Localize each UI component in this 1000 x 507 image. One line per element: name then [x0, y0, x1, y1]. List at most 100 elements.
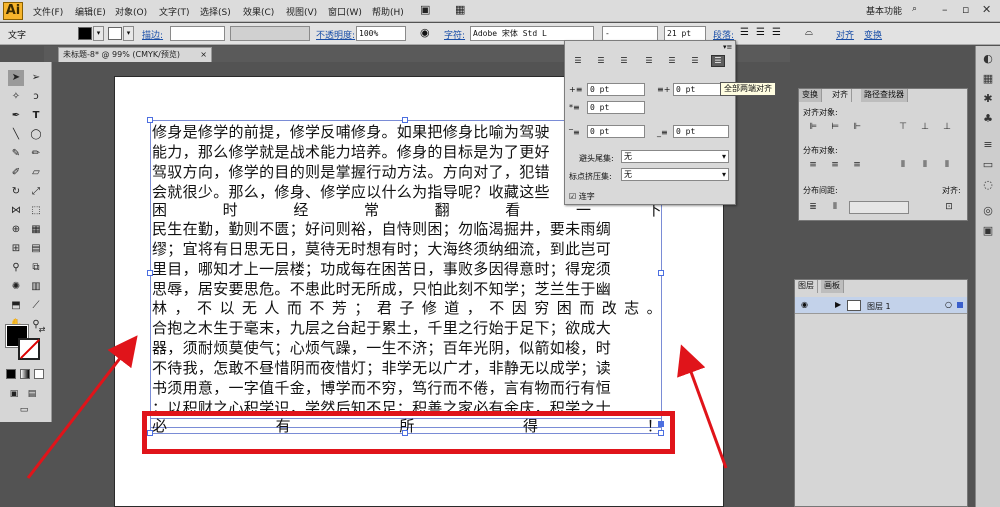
spacing-field[interactable] — [849, 201, 909, 214]
char-label[interactable]: 字符: — [444, 28, 465, 41]
gradient-mode-icon[interactable] — [20, 369, 30, 379]
distribute-top-icon[interactable]: ≡ — [807, 159, 819, 171]
paintbrush-icon[interactable]: ✎ — [8, 146, 24, 162]
target-icon[interactable]: ○ — [945, 300, 952, 309]
eraser-icon[interactable]: ▱ — [28, 165, 44, 181]
pen-tool-icon[interactable]: ✒ — [8, 108, 24, 124]
minimize-icon[interactable]: – — [942, 3, 948, 16]
space-horizontal-icon[interactable]: ⦀ — [829, 201, 841, 213]
align-to-selection-icon[interactable]: ⊡ — [943, 201, 955, 213]
envelope-icon[interactable]: ⌓ — [805, 27, 813, 38]
first-line-indent-field[interactable]: 0 pt — [587, 101, 645, 114]
color-panel-icon[interactable]: ◐ — [981, 52, 995, 66]
ellipse-tool-icon[interactable]: ◯ — [28, 127, 44, 143]
align-link[interactable]: 对齐 — [836, 28, 854, 41]
justify-left-icon[interactable]: ☰ — [642, 55, 656, 67]
opacity-field[interactable]: 100% — [356, 26, 406, 41]
align-h-center-icon[interactable]: ⊨ — [829, 121, 841, 133]
distribute-h-center-icon[interactable]: ⦀ — [919, 159, 931, 171]
fill-swatch[interactable] — [78, 27, 92, 40]
align-right-icon[interactable]: ☰ — [617, 55, 631, 67]
bridge-icon[interactable]: ▣ — [420, 3, 430, 16]
width-tool-icon[interactable]: ⋈ — [8, 203, 24, 219]
align-left-edge-icon[interactable]: ⊫ — [807, 121, 819, 133]
layer-row[interactable]: ◉ ▶ 图层 1 ○ — [795, 297, 967, 314]
none-mode-icon[interactable] — [34, 369, 44, 379]
distribute-left-icon[interactable]: ⦀ — [897, 159, 909, 171]
menu-view[interactable]: 视图(V) — [286, 5, 317, 18]
scale-tool-icon[interactable]: ⤢ — [28, 184, 44, 200]
line-tool-icon[interactable]: ╲ — [8, 127, 24, 143]
appearance-panel-icon[interactable]: ◎ — [981, 204, 995, 218]
align-center-icon[interactable]: ☰ — [756, 27, 765, 38]
document-tab[interactable]: 未标题-8* @ 99% (CMYK/预览) × — [58, 47, 212, 62]
slice-tool-icon[interactable]: ⟋ — [28, 298, 44, 314]
font-size-field[interactable]: 21 pt — [664, 26, 706, 41]
font-style-field[interactable]: - — [602, 26, 658, 41]
direct-selection-tool-icon[interactable]: ➢ — [28, 70, 44, 86]
stroke-panel-icon[interactable]: ≡ — [981, 138, 995, 152]
transparency-panel-icon[interactable]: ◌ — [981, 178, 995, 192]
hyphen-checkbox[interactable]: ☑ 连字 — [569, 191, 595, 202]
align-left-icon[interactable]: ☰ — [571, 55, 585, 67]
distribute-right-icon[interactable]: ⦀ — [941, 159, 953, 171]
menu-effect[interactable]: 效果(C) — [243, 5, 274, 18]
graph-tool-icon[interactable]: ▥ — [28, 279, 44, 295]
stroke-dropdown[interactable]: ▾ — [123, 26, 134, 41]
gradient-panel-icon[interactable]: ▭ — [981, 158, 995, 172]
symbol-sprayer-icon[interactable]: ✺ — [8, 279, 24, 295]
lasso-icon[interactable]: ↄ — [28, 89, 44, 105]
rotate-tool-icon[interactable]: ↻ — [8, 184, 24, 200]
panel-menu-icon[interactable]: ▾≡ — [723, 43, 732, 51]
justify-all-icon[interactable]: ☰ — [711, 55, 725, 67]
recolor-icon[interactable]: ◉ — [420, 26, 430, 39]
stroke-swatch[interactable] — [108, 27, 122, 40]
swatches-panel-icon[interactable]: ▦ — [981, 72, 995, 86]
tab-pathfinder[interactable]: 路径查找器 — [861, 89, 908, 102]
fill-dropdown[interactable]: ▾ — [93, 26, 104, 41]
space-before-field[interactable]: 0 pt — [587, 125, 645, 138]
draw-behind-icon[interactable]: ▤ — [24, 386, 40, 402]
transform-link[interactable]: 变换 — [864, 28, 882, 41]
font-family-field[interactable]: Adobe 宋体 Std L — [470, 26, 594, 41]
selection-tool-icon[interactable]: ➤ — [8, 70, 24, 86]
space-after-field[interactable]: 0 pt — [673, 125, 729, 138]
distribute-bottom-icon[interactable]: ≡ — [851, 159, 863, 171]
close-tab-icon[interactable]: × — [200, 48, 207, 61]
space-vertical-icon[interactable]: ≣ — [807, 201, 819, 213]
menu-select[interactable]: 选择(S) — [200, 5, 231, 18]
free-transform-icon[interactable]: ⬚ — [28, 203, 44, 219]
punct-select[interactable]: 无 ▾ — [621, 168, 729, 181]
workspace-switcher[interactable]: 基本功能 — [866, 4, 902, 17]
draw-normal-icon[interactable]: ▣ — [6, 386, 22, 402]
arrange-documents-icon[interactable]: ▦ — [455, 3, 465, 16]
align-right-edge-icon[interactable]: ⊩ — [851, 121, 863, 133]
close-icon[interactable]: ✕ — [982, 3, 991, 16]
menu-file[interactable]: 文件(F) — [33, 5, 63, 18]
type-tool-icon[interactable]: T — [28, 108, 44, 124]
avoid-select[interactable]: 无 ▾ — [621, 150, 729, 163]
perspective-grid-icon[interactable]: ▦ — [28, 222, 44, 238]
tab-transform[interactable]: 变换 — [799, 89, 822, 102]
tab-artboards[interactable]: 画板 — [821, 280, 844, 293]
tab-layers[interactable]: 图层 — [795, 280, 818, 293]
gradient-tool-icon[interactable]: ▤ — [28, 241, 44, 257]
opacity-label[interactable]: 不透明度: — [316, 28, 355, 41]
indent-left-field[interactable]: 0 pt — [587, 83, 645, 96]
eyedropper-icon[interactable]: ⚲ — [8, 260, 24, 276]
menu-help[interactable]: 帮助(H) — [372, 5, 404, 18]
align-right-icon[interactable]: ☰ — [772, 27, 781, 38]
variable-width-field[interactable] — [230, 26, 310, 41]
align-v-center-icon[interactable]: ⊥ — [919, 121, 931, 133]
align-left-icon[interactable]: ☰ — [740, 27, 749, 38]
artboard-tool-icon[interactable]: ⬒ — [8, 298, 24, 314]
align-bottom-edge-icon[interactable]: ⊥ — [941, 121, 953, 133]
color-mode-icon[interactable] — [6, 369, 16, 379]
justify-center-icon[interactable]: ☰ — [665, 55, 679, 67]
screen-mode-icon[interactable]: ▭ — [16, 402, 32, 418]
visibility-eye-icon[interactable]: ◉ — [801, 300, 808, 309]
menu-edit[interactable]: 编辑(E) — [75, 5, 106, 18]
mesh-tool-icon[interactable]: ⊞ — [8, 241, 24, 257]
graphic-styles-icon[interactable]: ▣ — [981, 224, 995, 238]
swap-colors-icon[interactable]: ⇄ — [34, 322, 50, 338]
